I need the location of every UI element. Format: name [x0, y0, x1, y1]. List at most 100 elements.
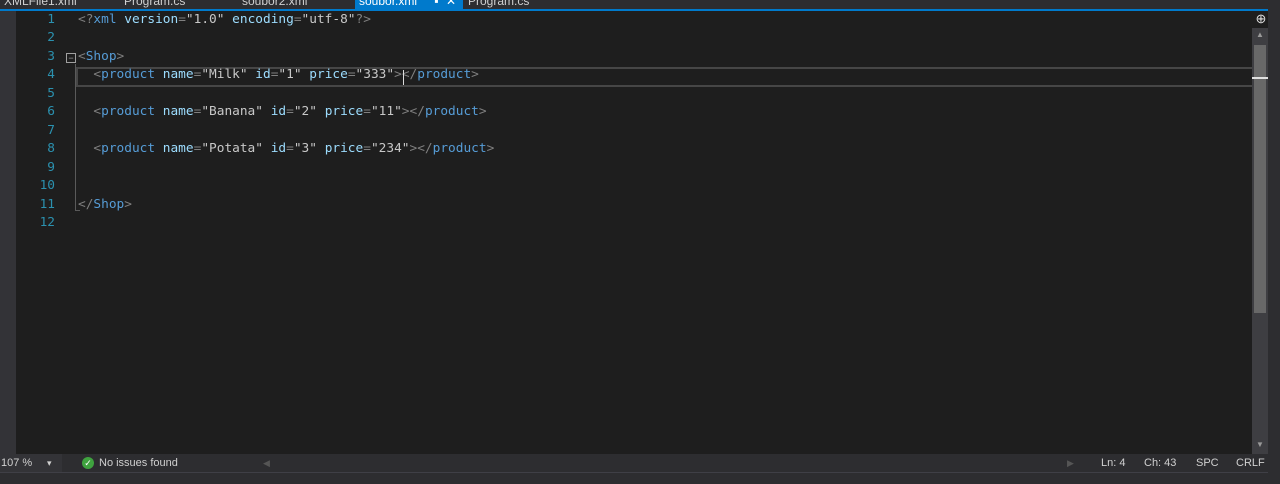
token: Shop [93, 196, 125, 212]
token: utf-8 [309, 12, 348, 27]
scroll-up-icon[interactable]: ▲ [1256, 30, 1264, 39]
token: Potata [209, 141, 256, 157]
token: " [255, 104, 263, 120]
check-icon: ✓ [82, 457, 94, 469]
collapse-icon[interactable]: − [66, 53, 76, 63]
line-number-label: 10 [39, 178, 55, 194]
token: " [370, 141, 379, 157]
token: </ [417, 141, 433, 157]
token: name [155, 104, 194, 120]
code-text: <Shop> [78, 48, 124, 66]
token: < [78, 104, 102, 120]
split-window-icon[interactable]: ⊕ [1254, 12, 1268, 26]
token: = [178, 12, 186, 27]
line-number-label: 2 [47, 30, 55, 46]
scrollbar-thumb[interactable] [1254, 45, 1266, 313]
tab-program-cs[interactable]: Program.cs [120, 0, 189, 9]
right-tool-strip [1268, 0, 1280, 483]
token: 11 [378, 104, 395, 120]
token: price [316, 104, 364, 120]
token: = [286, 104, 294, 120]
editor-margin [0, 11, 16, 454]
token: " [293, 141, 302, 157]
token: id [262, 104, 287, 120]
chevron-down-icon: ▾ [47, 458, 52, 468]
scroll-down-icon[interactable]: ▼ [1256, 440, 1264, 449]
code-text: <product name="Banana" id="2" price="11"… [78, 103, 486, 121]
line-number-label: 8 [47, 141, 55, 157]
token: product [417, 67, 472, 83]
token: " [201, 104, 210, 120]
zoom-dropdown[interactable]: 107 % ▾ [0, 454, 62, 472]
token: 1 [286, 67, 294, 83]
token: " [347, 12, 356, 27]
token: </ [409, 104, 425, 120]
token: 333 [363, 67, 387, 83]
token: <? [78, 12, 94, 27]
line-ending[interactable]: CRLF [1236, 454, 1265, 472]
line-number-label: 12 [39, 214, 55, 230]
token: product [101, 141, 156, 157]
tab-bar: XMLFile1.xml Program.cs soubor2.xml soub… [0, 0, 1280, 9]
code-editor[interactable]: − 1 <?xml version="1.0" encoding="utf-8"?… [16, 11, 1254, 454]
token: price [301, 67, 348, 83]
token: = [347, 67, 356, 83]
token: = [286, 141, 294, 157]
code-text: </Shop> [78, 196, 132, 214]
fold-guide [75, 64, 76, 210]
token: " [278, 67, 287, 83]
close-icon[interactable]: ✕ [446, 0, 456, 8]
pin-icon[interactable]: ▪ [434, 0, 438, 8]
tab-xmlfile1[interactable]: XMLFile1.xml [0, 0, 81, 9]
token: id [247, 67, 271, 83]
issues-status[interactable]: No issues found [99, 454, 178, 472]
code-text: <?xml version="1.0" encoding="utf-8"?> [78, 11, 371, 29]
text-cursor [403, 70, 404, 85]
token: Shop [85, 48, 117, 64]
token: version [116, 12, 179, 27]
token: Banana [209, 104, 256, 120]
token: product [101, 104, 156, 120]
token: Milk [209, 67, 240, 83]
token: " [309, 104, 317, 120]
token: = [363, 141, 371, 157]
token: " [394, 104, 402, 120]
token: </ [401, 67, 418, 83]
token: " [293, 67, 302, 83]
token: " [370, 104, 379, 120]
token: " [401, 141, 410, 157]
token: = [363, 104, 371, 120]
line-number-label: 11 [39, 196, 55, 212]
token: > [401, 104, 410, 120]
token: > [394, 67, 402, 83]
token: product [424, 104, 479, 120]
token: encoding [224, 12, 294, 27]
token: name [155, 141, 194, 157]
token: </ [78, 196, 94, 212]
token: > [124, 196, 132, 212]
token: > [116, 48, 125, 64]
tab-label: soubor.xml [359, 0, 418, 8]
token: > [486, 141, 495, 157]
token: < [78, 67, 102, 83]
token: xml [93, 12, 117, 27]
scroll-right-icon[interactable]: ▶ [1067, 454, 1074, 472]
vertical-scrollbar[interactable]: ▲ ▼ [1252, 28, 1268, 454]
tab-soubor2[interactable]: soubor2.xml [238, 0, 311, 9]
scroll-left-icon[interactable]: ◀ [263, 454, 270, 472]
line-number-label: 3 [47, 48, 55, 64]
token: " [201, 67, 210, 83]
status-bar: 107 % ▾ ✓ No issues found ◀ ▶ Ln: 4 Ch: … [0, 454, 1268, 472]
tab-program-cs-2[interactable]: Program.cs [464, 0, 533, 9]
token: product [101, 67, 156, 83]
token: " [309, 141, 317, 157]
line-number-label: 7 [47, 122, 55, 138]
char-number: Ch: 43 [1144, 457, 1177, 469]
token: " [185, 12, 194, 27]
bottom-panel-bar [0, 472, 1280, 484]
token: " [255, 141, 263, 157]
token: " [239, 67, 248, 83]
line-number-label: 6 [47, 104, 55, 120]
indent-mode[interactable]: SPC [1196, 454, 1219, 472]
tab-soubor-active[interactable]: soubor.xml ▪ ✕ [355, 0, 463, 9]
